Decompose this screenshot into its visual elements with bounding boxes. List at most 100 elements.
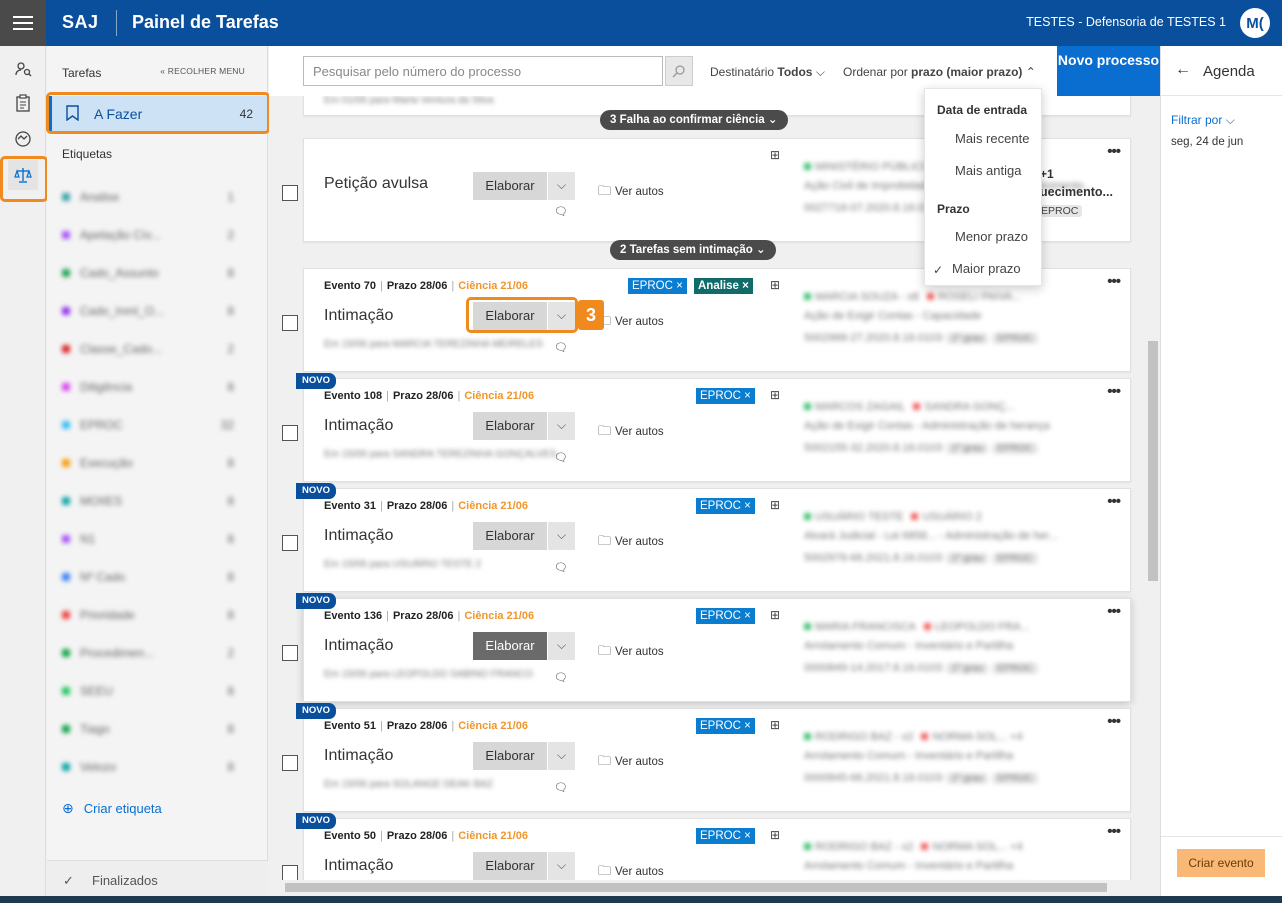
close-icon[interactable]: × [676,280,683,292]
sidebar-tag-item[interactable]: Cado_Inml_O... 8 [62,301,242,321]
sidebar-tag-item[interactable]: Execução 8 [62,453,242,473]
vertical-scrollbar[interactable] [1146,96,1160,886]
close-icon[interactable]: × [744,720,751,732]
elaborate-dropdown-button[interactable]: ⌵ [547,632,575,660]
elaborate-button[interactable]: Elaborar [473,742,547,770]
handshake-icon[interactable] [8,124,38,154]
view-case-link[interactable]: 🗀 Ver autos [598,182,664,204]
close-icon[interactable]: × [744,390,751,402]
elaborate-button[interactable]: Elaborar [473,172,547,200]
task-checkbox[interactable] [282,315,298,331]
more-options-icon[interactable]: ••• [1107,383,1121,400]
more-options-icon[interactable]: ••• [1107,493,1121,510]
task-checkbox[interactable] [282,425,298,441]
task-checkbox[interactable] [282,755,298,771]
collapse-menu-button[interactable]: « RECOLHER MENU [160,66,245,76]
comment-icon[interactable]: 🗨 [554,781,568,794]
comment-icon[interactable]: 🗨 [554,561,568,574]
view-case-link[interactable]: 🗀 Ver autos [598,422,664,444]
task-card[interactable]: NOVO Evento 108 | Prazo 28/06 | Ciência 21/06… [282,373,1131,482]
group-header-falha[interactable]: 3 Falha ao confirmar ciência ⌄ [600,110,788,130]
comment-icon[interactable]: 🗨 [554,205,568,218]
elaborate-button[interactable]: Elaborar [473,412,547,440]
elaborate-dropdown-button[interactable]: ⌵ [547,742,575,770]
elaborate-button[interactable]: Elaborar [473,522,547,550]
case-tag-eproc[interactable]: EPROC × [696,718,755,734]
sidebar-tag-item[interactable]: Classe_Cado... 2 [62,339,242,359]
task-checkbox[interactable] [282,535,298,551]
more-options-icon[interactable]: ••• [1107,823,1121,840]
menu-item-shortest-deadline[interactable]: Menor prazo [955,229,1028,244]
task-checkbox[interactable] [282,185,298,201]
arrow-left-icon[interactable]: ← [1175,61,1191,79]
view-case-link[interactable]: 🗀 Ver autos [598,532,664,554]
sidebar-tag-item[interactable]: Diligência 8 [62,377,242,397]
close-icon[interactable]: × [744,500,751,512]
new-process-button[interactable]: Novo processo [1057,46,1160,96]
create-tag-button[interactable]: ⊕ Criar etiqueta [62,800,162,817]
elaborate-button[interactable]: Elaborar [473,852,547,880]
clipboard-icon[interactable] [8,88,38,118]
task-card[interactable]: NOVO Evento 51 | Prazo 28/06 | Ciência 21/06 E… [282,703,1131,812]
sidebar-tag-item[interactable]: EPROC 32 [62,415,242,435]
elaborate-dropdown-button[interactable]: ⌵ [547,172,575,200]
sidebar-tag-item[interactable]: Analise 1 [62,187,242,207]
add-tag-icon[interactable]: ⊞ [770,148,780,162]
add-tag-icon[interactable]: ⊞ [770,608,780,622]
sidebar-tag-item[interactable]: Tiago 8 [62,719,242,739]
task-card[interactable]: NOVO Evento 50 | Prazo 28/06 | Ciência 21/06 E… [282,813,1131,886]
menu-item-most-recent[interactable]: Mais recente [955,131,1029,146]
sidebar-tag-item[interactable]: Nº Cado 8 [62,567,242,587]
task-card[interactable]: NOVO Evento 136 | Prazo 28/06 | Ciência 21/06… [282,593,1131,702]
filter-dropdown[interactable]: Filtrar por ⌵ [1171,113,1235,128]
view-case-link[interactable]: 🗀 Ver autos [598,752,664,774]
search-button[interactable] [665,56,693,86]
close-icon[interactable]: × [744,610,751,622]
sidebar-tag-item[interactable]: Cado_Assunto 8 [62,263,242,283]
more-options-icon[interactable]: ••• [1107,273,1121,290]
task-checkbox[interactable] [282,865,298,881]
user-avatar[interactable]: M( [1240,8,1270,38]
elaborate-dropdown-button[interactable]: ⌵ [547,852,575,880]
horizontal-scrollbar[interactable] [269,880,1146,894]
recipient-filter[interactable]: Destinatário Todos ⌵ [710,65,825,80]
sidebar-tag-item[interactable]: SEEU 8 [62,681,242,701]
more-options-icon[interactable]: ••• [1107,713,1121,730]
view-case-link[interactable]: 🗀 Ver autos [598,642,664,664]
task-card[interactable]: NOVO Evento 31 | Prazo 28/06 | Ciência 21/06 E… [282,483,1131,592]
close-icon[interactable]: × [744,830,751,842]
sort-dropdown[interactable]: Ordenar por prazo (maior prazo) ⌃ [843,65,1036,79]
more-options-icon[interactable]: ••• [1107,143,1121,160]
group-header-sem-intimacao[interactable]: 2 Tarefas sem intimação ⌄ [610,240,776,260]
menu-item-oldest[interactable]: Mais antiga [955,163,1021,178]
comment-icon[interactable]: 🗨 [554,341,568,354]
people-search-icon[interactable] [8,54,38,84]
organization-label[interactable]: TESTES - Defensoria de TESTES 1 [1026,15,1226,29]
comment-icon[interactable]: 🗨 [554,671,568,684]
add-tag-icon[interactable]: ⊞ [770,388,780,402]
case-tag-eproc[interactable]: EPROC × [696,388,755,404]
sidebar-tag-item[interactable]: Apelação Cív... 2 [62,225,242,245]
close-icon[interactable]: × [742,280,749,292]
sidebar-tag-item[interactable]: N1 8 [62,529,242,549]
add-tag-icon[interactable]: ⊞ [770,828,780,842]
view-case-link[interactable]: 🗀 Ver autos [598,312,664,334]
more-options-icon[interactable]: ••• [1107,603,1121,620]
search-input[interactable]: Pesquisar pelo número do processo [303,56,663,86]
hamburger-menu-button[interactable] [0,0,46,46]
case-tag-eproc[interactable]: EPROC × [696,828,755,844]
sidebar-tag-item[interactable]: MOIIES 8 [62,491,242,511]
sidebar-tag-item[interactable]: Prioridade 8 [62,605,242,625]
menu-item-longest-deadline[interactable]: Maior prazo [952,261,1021,276]
add-tag-icon[interactable]: ⊞ [770,718,780,732]
task-checkbox[interactable] [282,645,298,661]
add-tag-icon[interactable]: ⊞ [770,498,780,512]
case-tag-eproc[interactable]: EPROC × [628,278,687,294]
case-tag-analise[interactable]: Analise × [694,278,753,294]
elaborate-dropdown-button[interactable]: ⌵ [547,522,575,550]
create-event-button[interactable]: Criar evento [1177,849,1265,877]
sidebar-tag-item[interactable]: Velozo 8 [62,757,242,777]
elaborate-dropdown-button[interactable]: ⌵ [547,412,575,440]
case-tag-eproc[interactable]: EPROC × [696,498,755,514]
sidebar-tag-item[interactable]: Procedimen... 2 [62,643,242,663]
